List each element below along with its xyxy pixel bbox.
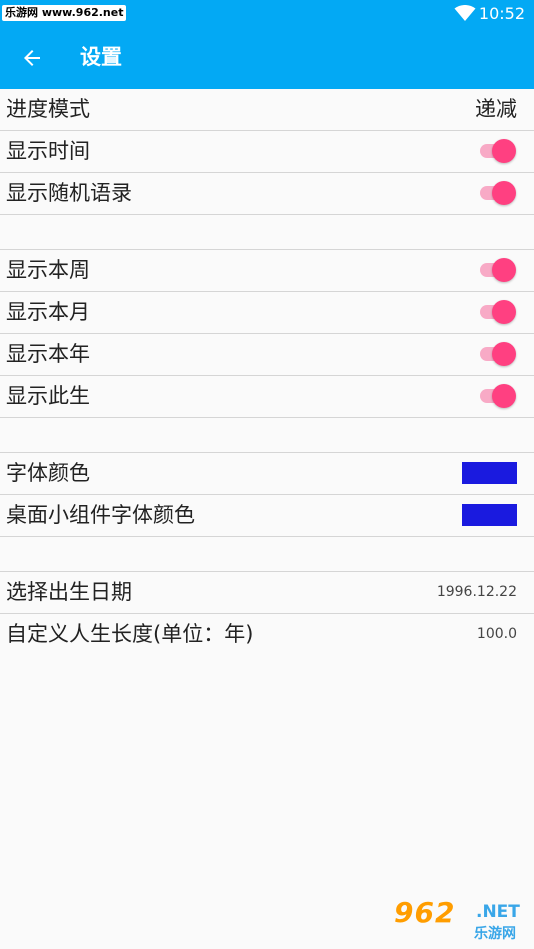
status-bar: 乐游网 www.962.net 10:52 xyxy=(0,0,534,26)
clock-time: 10:52 xyxy=(478,4,525,23)
life-length-label: 自定义人生长度(单位：年) xyxy=(6,622,254,646)
birth-date-value: 1996.12.22 xyxy=(436,584,517,600)
section-divider xyxy=(0,215,534,250)
widget-font-color-label: 桌面小组件字体颜色 xyxy=(6,503,195,527)
show-month-label: 显示本月 xyxy=(6,300,90,324)
show-life-row[interactable]: 显示此生 xyxy=(0,376,534,418)
show-year-row[interactable]: 显示本年 xyxy=(0,334,534,376)
progress-mode-value: 递减 xyxy=(475,97,517,121)
font-color-swatch[interactable] xyxy=(462,462,517,484)
show-week-label: 显示本周 xyxy=(6,258,90,282)
life-length-row[interactable]: 自定义人生长度(单位：年) 100.0 xyxy=(0,614,534,655)
birth-date-label: 选择出生日期 xyxy=(6,580,132,604)
show-month-row[interactable]: 显示本月 xyxy=(0,292,534,334)
section-divider xyxy=(0,537,534,572)
watermark-logo-text: 乐游网 xyxy=(474,926,516,942)
progress-mode-row[interactable]: 进度模式 递减 xyxy=(0,89,534,131)
birth-date-row[interactable]: 选择出生日期 1996.12.22 xyxy=(0,572,534,614)
show-quotes-row[interactable]: 显示随机语录 xyxy=(0,173,534,215)
progress-mode-label: 进度模式 xyxy=(6,97,90,121)
font-color-row[interactable]: 字体颜色 xyxy=(0,453,534,495)
show-month-switch[interactable] xyxy=(480,300,516,324)
show-time-switch[interactable] xyxy=(480,139,516,163)
widget-font-color-row[interactable]: 桌面小组件字体颜色 xyxy=(0,495,534,537)
show-quotes-label: 显示随机语录 xyxy=(6,181,132,205)
show-week-row[interactable]: 显示本周 xyxy=(0,250,534,292)
watermark-text: 乐游网 www.962.net xyxy=(2,5,127,21)
show-time-row[interactable]: 显示时间 xyxy=(0,131,534,173)
font-color-label: 字体颜色 xyxy=(6,461,90,485)
watermark-logo-number: 962 xyxy=(394,896,456,929)
settings-list: 进度模式 递减 显示时间 显示随机语录 显示本周 显示本月 显示本年 显示此生 … xyxy=(0,89,534,655)
show-life-label: 显示此生 xyxy=(6,384,90,408)
wifi-icon xyxy=(454,5,476,21)
show-week-switch[interactable] xyxy=(480,258,516,282)
section-divider xyxy=(0,418,534,453)
watermark-logo: 962 .NET 乐游网 xyxy=(394,896,534,946)
show-life-switch[interactable] xyxy=(480,384,516,408)
widget-font-color-swatch[interactable] xyxy=(462,504,517,526)
page-title: 设置 xyxy=(80,45,122,69)
life-length-value: 100.0 xyxy=(476,626,517,642)
show-year-switch[interactable] xyxy=(480,342,516,366)
app-bar: 设置 xyxy=(0,26,534,89)
show-year-label: 显示本年 xyxy=(6,342,90,366)
show-time-label: 显示时间 xyxy=(6,139,90,163)
watermark-logo-net: .NET xyxy=(476,902,520,922)
back-arrow-icon[interactable] xyxy=(20,46,44,70)
show-quotes-switch[interactable] xyxy=(480,181,516,205)
